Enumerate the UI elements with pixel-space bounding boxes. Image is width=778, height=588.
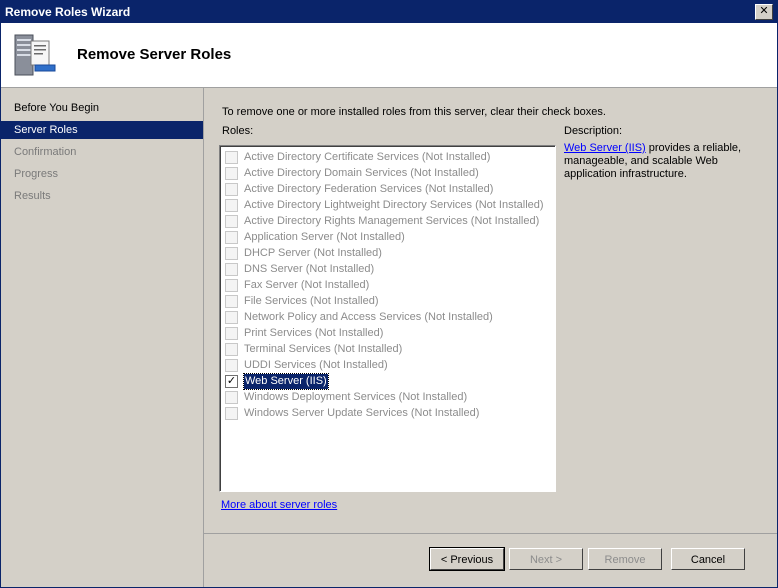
role-checkbox xyxy=(225,327,238,340)
nav-item-confirmation: Confirmation xyxy=(14,146,77,158)
roles-list[interactable]: Active Directory Certificate Services (N… xyxy=(219,145,556,492)
role-label: File Services (Not Installed) xyxy=(244,295,379,307)
roles-label: Roles: xyxy=(222,125,254,137)
role-label: Active Directory Federation Services (No… xyxy=(244,183,494,195)
nav-item-results: Results xyxy=(14,190,51,202)
web-server-link[interactable]: Web Server (IIS) xyxy=(564,142,646,154)
role-checkbox[interactable]: ✓ xyxy=(225,375,238,388)
window-title: Remove Roles Wizard xyxy=(5,5,131,19)
role-label: Print Services (Not Installed) xyxy=(244,327,384,339)
role-label: Active Directory Lightweight Directory S… xyxy=(244,199,544,211)
cancel-button[interactable]: Cancel xyxy=(671,548,745,570)
instruction-text: To remove one or more installed roles fr… xyxy=(222,106,606,118)
role-checkbox xyxy=(225,343,238,356)
description-text: Web Server (IIS) provides a reliable, ma… xyxy=(564,142,764,181)
main-content: To remove one or more installed roles fr… xyxy=(204,88,777,533)
close-button[interactable]: ✕ xyxy=(755,4,773,20)
more-about-roles-link[interactable]: More about server roles xyxy=(221,499,337,511)
role-label: DHCP Server (Not Installed) xyxy=(244,247,382,259)
role-checkbox xyxy=(225,247,238,260)
remove-button[interactable]: Remove xyxy=(588,548,662,570)
role-label: Network Policy and Access Services (Not … xyxy=(244,311,493,323)
role-checkbox xyxy=(225,199,238,212)
role-label: Windows Server Update Services (Not Inst… xyxy=(244,407,480,419)
role-checkbox xyxy=(225,311,238,324)
role-label: Terminal Services (Not Installed) xyxy=(244,343,403,355)
page-title: Remove Server Roles xyxy=(77,46,232,63)
role-checkbox xyxy=(225,151,238,164)
server-icon xyxy=(14,34,56,76)
role-label: Active Directory Certificate Services (N… xyxy=(244,151,491,163)
role-checkbox xyxy=(225,391,238,404)
role-label: Fax Server (Not Installed) xyxy=(244,279,370,291)
role-checkbox xyxy=(225,279,238,292)
title-bar[interactable]: Remove Roles Wizard ✕ xyxy=(1,1,777,23)
nav-item-before-you-begin[interactable]: Before You Begin xyxy=(1,99,203,117)
description-label: Description: xyxy=(564,125,623,137)
role-label: UDDI Services (Not Installed) xyxy=(244,359,388,371)
role-checkbox xyxy=(225,359,238,372)
role-checkbox xyxy=(225,231,238,244)
wizard-header: Remove Server Roles xyxy=(1,23,777,88)
role-label: Application Server (Not Installed) xyxy=(244,231,405,243)
next-button[interactable]: Next > xyxy=(509,548,583,570)
nav-item-server-roles[interactable]: Server Roles xyxy=(1,121,203,139)
role-label: DNS Server (Not Installed) xyxy=(244,263,375,275)
wizard-nav: Before You Begin Server Roles Confirmati… xyxy=(1,88,204,587)
role-label: Active Directory Domain Services (Not In… xyxy=(244,167,479,179)
role-checkbox xyxy=(225,263,238,276)
role-checkbox xyxy=(225,183,238,196)
role-checkbox xyxy=(225,215,238,228)
role-checkbox xyxy=(225,407,238,420)
previous-button[interactable]: < Previous xyxy=(429,547,505,571)
role-label: Active Directory Rights Management Servi… xyxy=(244,215,540,227)
role-label: Windows Deployment Services (Not Install… xyxy=(244,391,468,403)
button-bar: < Previous Next > Remove Cancel xyxy=(204,533,777,588)
wizard-window: Remove Roles Wizard ✕ Remove Server Role… xyxy=(0,0,778,588)
nav-item-progress: Progress xyxy=(14,168,59,180)
role-checkbox xyxy=(225,167,238,180)
role-label[interactable]: Web Server (IIS) xyxy=(243,373,329,390)
role-checkbox xyxy=(225,295,238,308)
